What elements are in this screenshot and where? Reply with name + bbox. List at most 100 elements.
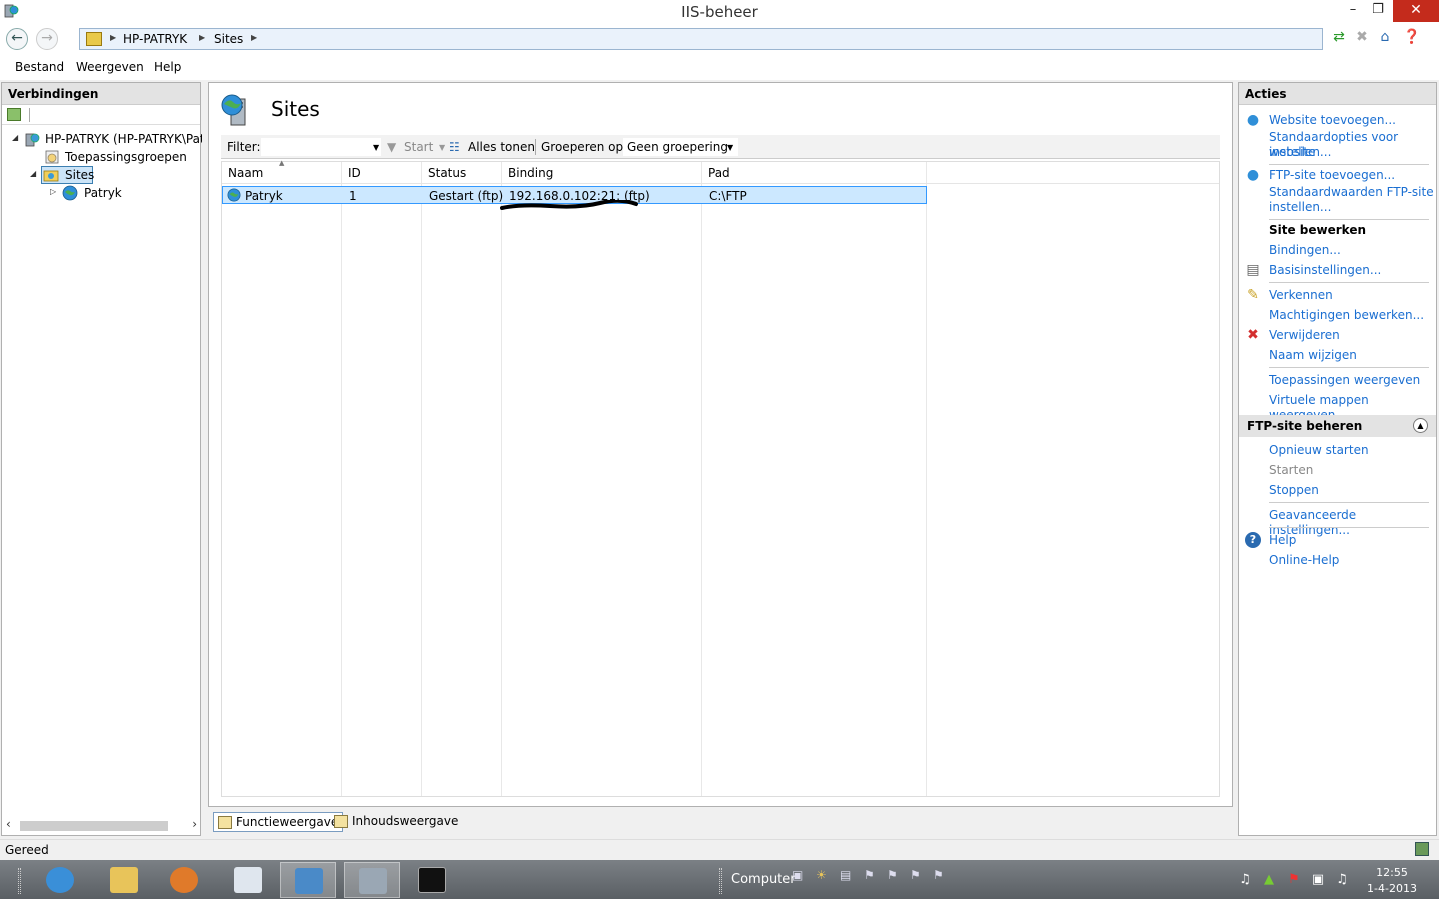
connect-icon[interactable]: [7, 108, 21, 121]
divider: [1269, 219, 1429, 220]
ftp-defaults-link-2[interactable]: instellen...: [1269, 200, 1331, 215]
close-button[interactable]: ✕: [1393, 0, 1439, 22]
expand-icon[interactable]: ▷: [50, 187, 56, 196]
computer-toolbar-label[interactable]: Computer: [731, 872, 796, 887]
funnel-icon: ▼: [387, 140, 397, 154]
menu-bestand[interactable]: Bestand: [15, 60, 64, 74]
taskbar-media-player[interactable]: [156, 862, 212, 898]
network-icon[interactable]: ▣: [1310, 872, 1326, 888]
taskbar-cmd[interactable]: [404, 862, 460, 898]
chevron-down-icon[interactable]: ▼: [727, 143, 733, 152]
start-filter-button[interactable]: Start: [404, 140, 433, 154]
toolbar-divider: [535, 139, 536, 155]
scroll-left-icon[interactable]: ‹: [6, 817, 11, 831]
taskbar-explorer[interactable]: [96, 862, 152, 898]
restore-button[interactable]: ❐: [1363, 0, 1393, 22]
tree-label-app-pools: Toepassingsgroepen: [65, 150, 187, 164]
tray-app-icon[interactable]: ♫: [1237, 872, 1253, 888]
collapse-icon[interactable]: ◢: [12, 133, 18, 142]
connections-panel: Verbindingen ◢ HP-PATRYK (HP-PATRYK\Pat …: [1, 82, 202, 836]
explore-link[interactable]: Verkennen: [1269, 288, 1333, 303]
column-status[interactable]: Status: [428, 166, 466, 180]
restart-link[interactable]: Opnieuw starten: [1269, 443, 1369, 458]
device-icon[interactable]: ⚑: [933, 868, 947, 882]
tree-item-server[interactable]: ◢ HP-PATRYK (HP-PATRYK\Pat: [12, 130, 202, 148]
menu-help[interactable]: Help: [154, 60, 181, 74]
view-applications-link[interactable]: Toepassingen weergeven: [1269, 373, 1420, 388]
add-ftp-link[interactable]: FTP-site toevoegen...: [1269, 168, 1395, 183]
tab-content-label: Inhoudsweergave: [352, 814, 459, 828]
online-help-link[interactable]: Online-Help: [1269, 553, 1339, 568]
photo-icon[interactable]: ☀: [816, 868, 830, 882]
column-binding[interactable]: Binding: [508, 166, 553, 180]
tree-label-sites: Sites: [65, 168, 95, 182]
basic-settings-icon: ▤: [1246, 262, 1260, 278]
tree-label-server: HP-PATRYK (HP-PATRYK\Pat: [45, 132, 202, 146]
chevron-right-icon: ▶: [251, 33, 258, 42]
basic-settings-link[interactable]: Basisinstellingen...: [1269, 263, 1381, 278]
connections-header: Verbindingen: [2, 83, 200, 105]
refresh-icon[interactable]: ⇄: [1329, 28, 1349, 46]
horizontal-scrollbar[interactable]: ‹ ›: [4, 817, 199, 833]
manage-ftp-section-header[interactable]: FTP-site beheren ▲: [1239, 415, 1436, 437]
help-icon[interactable]: ❓: [1402, 28, 1422, 46]
explore-icon: ✎: [1247, 287, 1259, 303]
clock-date: 1-4-2013: [1367, 882, 1417, 895]
clock[interactable]: 12:55 1-4-2013: [1362, 865, 1422, 897]
remove-link[interactable]: Verwijderen: [1269, 328, 1340, 343]
app-pool-icon: [45, 150, 59, 164]
column-naam[interactable]: Naam: [228, 166, 263, 180]
taskbar-calculator[interactable]: [220, 862, 276, 898]
crumb-server[interactable]: HP-PATRYK: [123, 32, 187, 46]
remove-icon: ✖: [1247, 327, 1259, 343]
crumb-sites[interactable]: Sites: [214, 32, 243, 46]
menu-weergeven[interactable]: Weergeven: [76, 60, 144, 74]
device-icon[interactable]: ⚑: [910, 868, 924, 882]
taskbar-ie[interactable]: [32, 862, 88, 898]
chevron-right-icon: ▶: [110, 33, 117, 42]
home-icon[interactable]: ⌂: [1375, 28, 1395, 46]
features-view-icon: [218, 816, 232, 829]
add-website-link[interactable]: Website toevoegen...: [1269, 113, 1396, 128]
nvidia-icon[interactable]: ▲: [1261, 872, 1277, 888]
bindings-link[interactable]: Bindingen...: [1269, 243, 1341, 258]
device-icon[interactable]: ⚑: [887, 868, 901, 882]
cell-path: C:\FTP: [709, 189, 747, 203]
collapse-icon[interactable]: ▲: [1413, 418, 1428, 433]
collapse-icon[interactable]: ◢: [30, 169, 36, 178]
device-icon[interactable]: ⚑: [864, 868, 878, 882]
start-dropdown-icon[interactable]: ▼: [439, 143, 445, 152]
taskbar-control-panel[interactable]: [280, 862, 336, 898]
stop-icon[interactable]: ✖: [1352, 28, 1372, 46]
rename-link[interactable]: Naam wijzigen: [1269, 348, 1357, 363]
filter-input[interactable]: [261, 138, 381, 156]
content-view-icon: [334, 815, 348, 828]
network-drive-icon[interactable]: ▣: [792, 868, 806, 882]
show-all-button[interactable]: Alles tonen: [468, 140, 535, 154]
cell-name: Patryk: [245, 189, 283, 203]
group-by-select[interactable]: Geen groepering: [623, 138, 738, 156]
server-icon: [25, 133, 40, 147]
address-bar[interactable]: ▶ HP-PATRYK ▶ Sites ▶: [79, 28, 1323, 50]
tab-features-view[interactable]: Functieweergave: [213, 812, 344, 832]
column-id[interactable]: ID: [348, 166, 361, 180]
volume-icon[interactable]: ♫: [1334, 872, 1350, 888]
ftp-defaults-link[interactable]: Standaardwaarden FTP-site: [1269, 185, 1434, 200]
printer-icon[interactable]: ▤: [840, 868, 854, 882]
edit-permissions-link[interactable]: Machtigingen bewerken...: [1269, 308, 1424, 323]
column-pad[interactable]: Pad: [708, 166, 730, 180]
table-header: ▲ Naam ID Status Binding Pad: [222, 159, 1219, 184]
back-button[interactable]: ←: [6, 28, 28, 50]
globe-icon: [227, 188, 241, 202]
taskbar-iis-manager[interactable]: [344, 862, 400, 898]
website-defaults-link-2[interactable]: instellen...: [1269, 145, 1331, 160]
action-center-icon[interactable]: ⚑: [1286, 872, 1302, 888]
filter-dropdown-icon[interactable]: ▼: [373, 143, 379, 152]
scroll-thumb[interactable]: [20, 821, 168, 831]
scroll-right-icon[interactable]: ›: [192, 817, 197, 831]
tab-content-view[interactable]: Inhoudsweergave: [330, 812, 462, 832]
stop-link[interactable]: Stoppen: [1269, 483, 1319, 498]
forward-button[interactable]: →: [36, 28, 58, 50]
help-link[interactable]: Help: [1269, 533, 1296, 548]
add-website-icon: ●: [1246, 112, 1260, 128]
